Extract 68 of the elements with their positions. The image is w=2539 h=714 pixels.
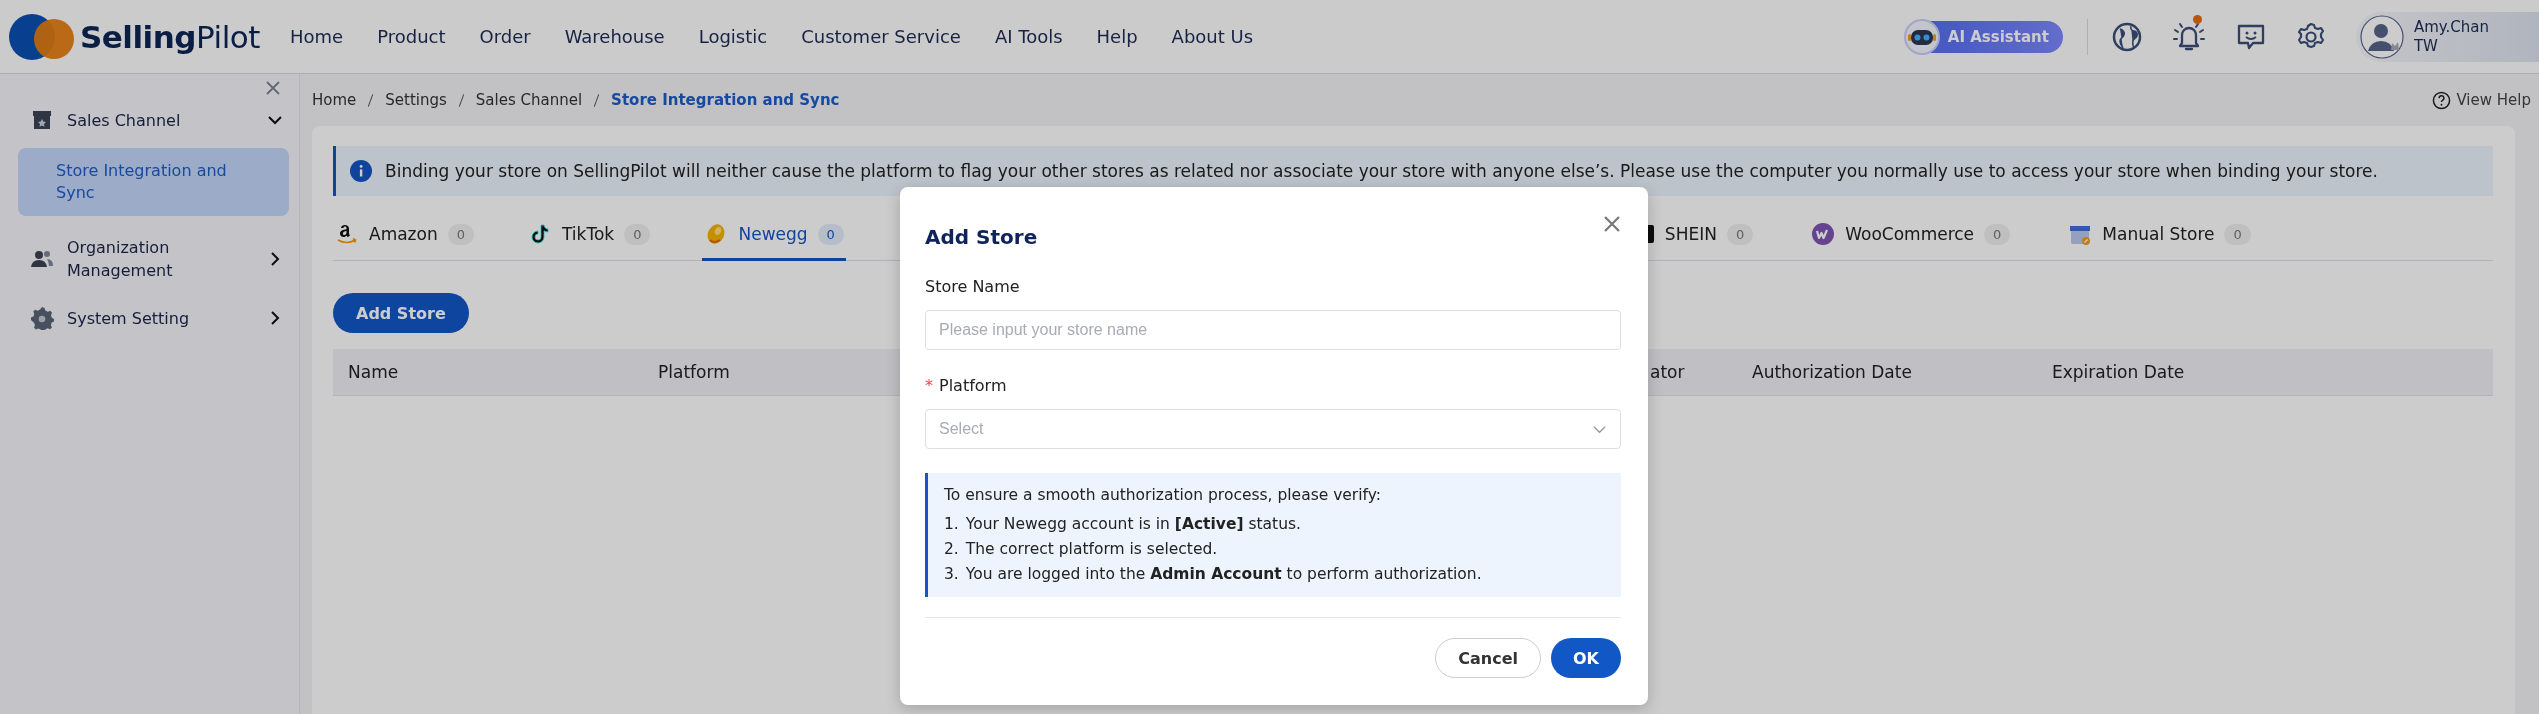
dialog-title: Add Store [925, 225, 1038, 249]
bell-icon[interactable] [2171, 20, 2206, 53]
nav-link[interactable]: Customer Service [801, 26, 961, 47]
nav-link[interactable]: AI Tools [994, 26, 1063, 47]
gear-icon [30, 306, 54, 330]
nav-link[interactable]: Logistic [698, 26, 768, 47]
view-help-link[interactable]: View Help [2432, 90, 2539, 110]
info-icon [350, 160, 372, 182]
sidebar-group[interactable]: System Setting [18, 294, 289, 342]
count-badge: 0 [2224, 223, 2251, 245]
info-text: Binding your store on SellingPilot will neither cause the platform to flag your other stores as related nor associate your store with anyone else’s. Please use the computer you normally use to access your store when binding your store. [385, 161, 2378, 181]
sidebar-group[interactable]: Organization Management [18, 224, 289, 294]
tiktok-icon [528, 222, 552, 246]
amazon-icon [335, 222, 359, 246]
notice-text: To ensure a smooth authorization process, please verify: [944, 485, 1382, 506]
column-header: Expiration Date [2052, 362, 2186, 382]
nav-link[interactable]: About Us [1171, 26, 1254, 47]
close-icon[interactable] [1603, 215, 1621, 233]
column-header: Platform [658, 362, 731, 382]
notice-item: The correct platform is selected. [965, 539, 1218, 560]
breadcrumb-link[interactable]: Sales Channel [475, 91, 583, 109]
column-header: Name [348, 362, 400, 382]
count-badge: 0 [1726, 223, 1754, 245]
platform-tab[interactable]: Amazon 0 [333, 212, 476, 261]
list-number: 3. [944, 564, 959, 585]
breadcrumb-link[interactable]: Store Integration and Sync [611, 91, 840, 109]
field-label: Store Name [925, 277, 1020, 296]
sidebar-item[interactable]: Store Integration and Sync [18, 148, 289, 216]
cancel-button[interactable]: Cancel [1435, 638, 1541, 678]
nav-link[interactable]: Home [290, 26, 344, 47]
platform-tab[interactable]: Newegg 0 [702, 212, 846, 261]
platform-tab[interactable]: TikTok 0 [526, 212, 653, 261]
logo-text[interactable]: SellingPilot [80, 18, 260, 55]
nav-link[interactable]: Warehouse [564, 26, 665, 47]
column-header: Authorization Date [1752, 362, 1913, 382]
ok-button[interactable]: OK [1551, 638, 1621, 678]
user-name: Amy.Chan [2413, 17, 2489, 37]
count-badge: 0 [447, 223, 474, 245]
globe-icon[interactable] [2111, 21, 2142, 52]
count-badge: 0 [817, 223, 844, 245]
close-icon[interactable] [265, 80, 281, 96]
store-name-field[interactable]: Please input your store name [925, 310, 1621, 350]
column-header: ator [1650, 362, 1686, 382]
breadcrumb-link[interactable]: Home [312, 91, 357, 109]
user-menu[interactable]: Amy.Chan TW [2355, 11, 2539, 62]
help-icon [2432, 90, 2452, 110]
sidebar-group[interactable]: Sales Channel [18, 96, 289, 144]
store-icon [30, 108, 54, 132]
robot-icon [1903, 18, 1940, 55]
breadcrumb-link[interactable]: Settings [385, 91, 447, 109]
ai-assistant-button[interactable]: AI Assistant [1905, 20, 2063, 53]
woocommerce-icon [1811, 222, 1836, 246]
list-number: 1. [944, 514, 959, 535]
required-mark: * [925, 376, 933, 395]
notice-item: Your Newegg account is in [Active] status. [965, 514, 1301, 535]
platform-tab[interactable]: Manual Store 0 [2066, 212, 2253, 261]
platform-tab[interactable]: WooCommerce 0 [1809, 212, 2013, 261]
nav-link[interactable]: Order [479, 26, 531, 47]
count-badge: 0 [624, 223, 651, 245]
nav-link[interactable]: Product [377, 26, 446, 47]
notice-item: You are logged into the Admin Account to perform authorization. [965, 564, 1482, 585]
count-badge: 0 [1984, 223, 2011, 245]
field-label: Platform [939, 376, 1007, 395]
avatar-icon [2359, 14, 2404, 59]
add-store-button[interactable]: Add Store [333, 293, 469, 333]
nav-link[interactable]: Help [1096, 26, 1138, 47]
list-number: 2. [944, 539, 959, 560]
user-region: TW [2413, 36, 2439, 56]
